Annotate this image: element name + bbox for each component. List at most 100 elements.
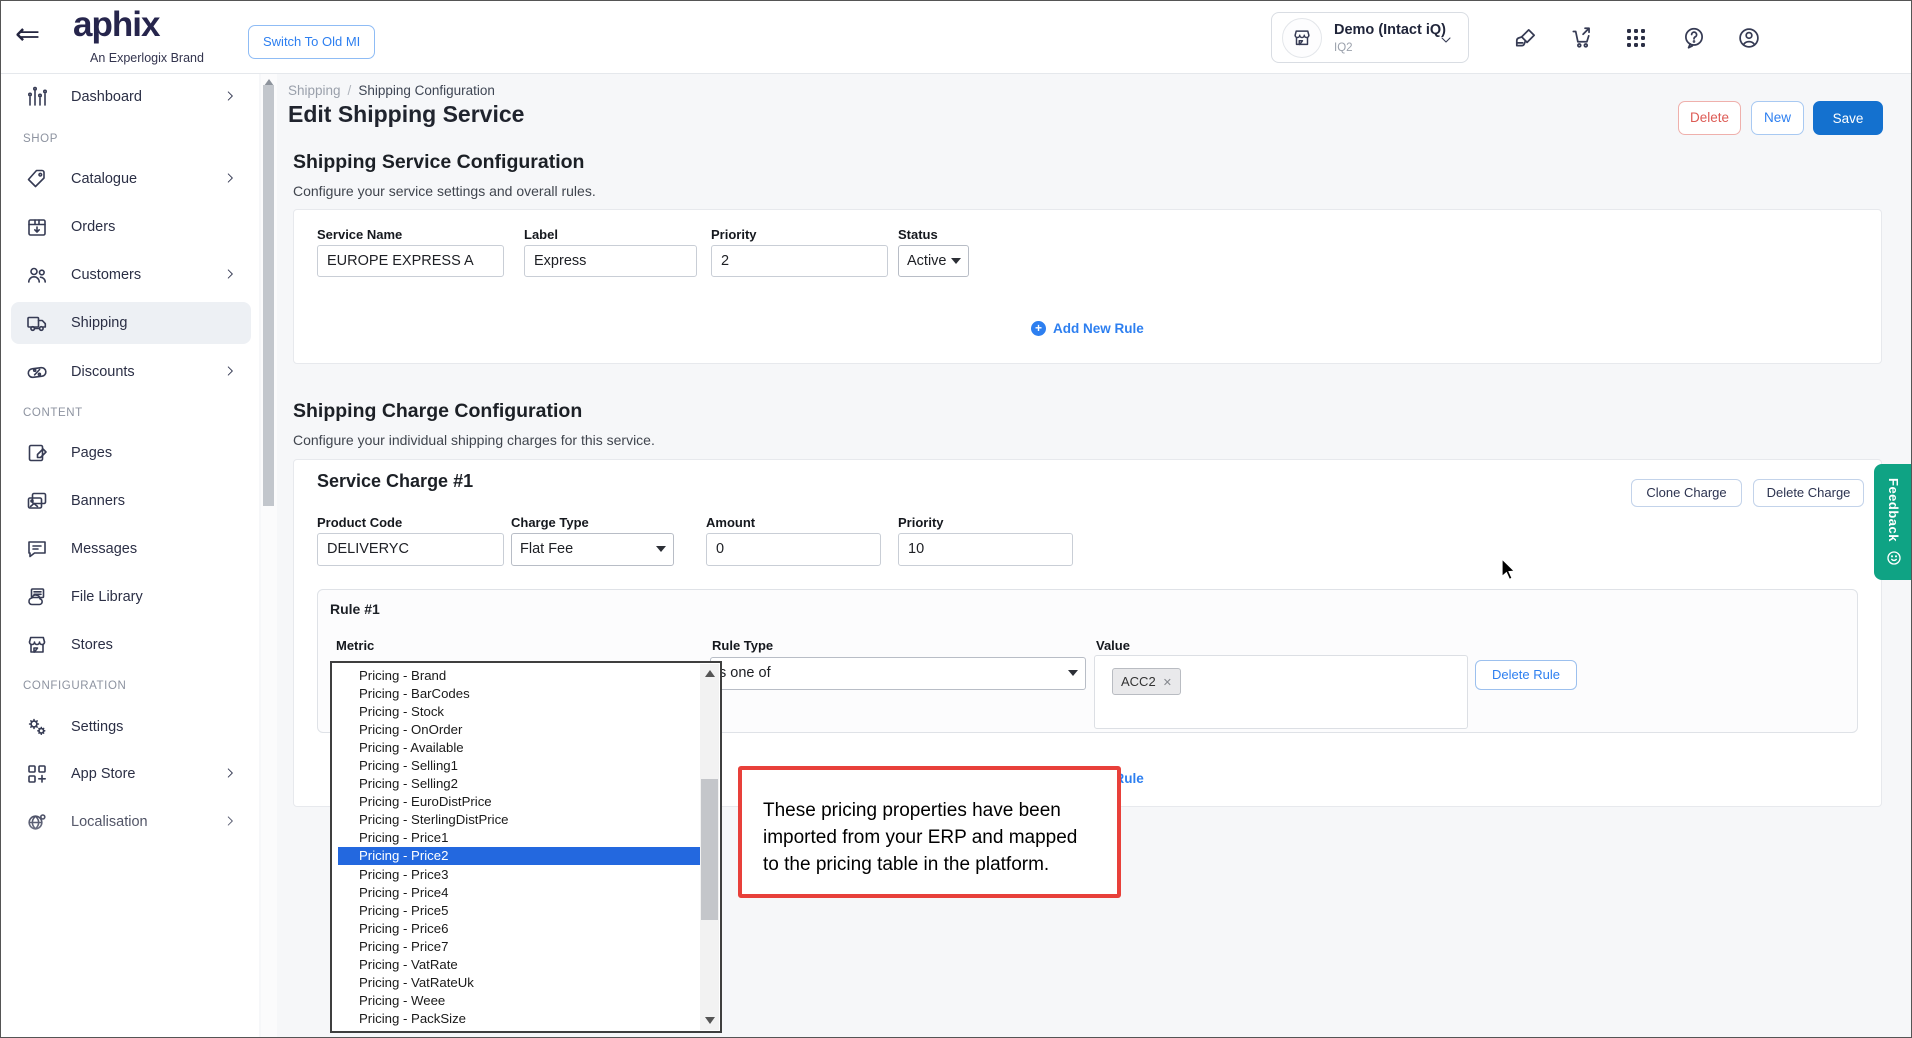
sidebar-item-label: Discounts [71, 364, 135, 380]
rule-value-box[interactable]: ACC2✕ [1094, 655, 1468, 729]
delete-charge-button[interactable]: Delete Charge [1753, 479, 1864, 507]
sidebar-item-messages[interactable]: Messages [11, 528, 251, 570]
content-scrollbar[interactable] [261, 74, 277, 1038]
sidebar-item-banners[interactable]: Banners [11, 480, 251, 522]
charge-type-select-value: Flat Fee [520, 541, 573, 557]
dropdown-option[interactable]: Pricing - VatRate [338, 956, 700, 974]
sidebar-collapse-icon[interactable]: ⇐ [15, 17, 40, 53]
scrollbar-up-arrow-icon[interactable] [705, 670, 715, 677]
chevron-right-icon [223, 766, 237, 785]
delete-button[interactable]: Delete [1678, 101, 1741, 135]
breadcrumb-shipping[interactable]: Shipping [288, 83, 341, 98]
sidebar-section-content: CONTENT [23, 407, 83, 419]
feedback-tab[interactable]: Feedback [1874, 464, 1912, 580]
label-label: Label [524, 227, 558, 242]
switch-to-old-mi-button[interactable]: Switch To Old MI [248, 25, 375, 59]
help-icon[interactable] [1680, 24, 1708, 52]
product-code-input[interactable]: DELIVERYC [317, 533, 504, 566]
dropdown-scrollbar-thumb[interactable] [701, 779, 718, 920]
feedback-tab-label: Feedback [1886, 478, 1901, 542]
dropdown-option[interactable]: Pricing - Price7 [338, 937, 700, 955]
metric-dropdown-options: Pricing - Brand Pricing - BarCodes Prici… [338, 666, 700, 1028]
breadcrumb: Shipping/Shipping Configuration [288, 83, 495, 98]
chevron-right-icon [223, 267, 237, 286]
clone-charge-button[interactable]: Clone Charge [1631, 479, 1742, 507]
chevron-right-icon [223, 89, 237, 108]
plus-circle-icon: + [1031, 321, 1046, 336]
sidebar-item-orders[interactable]: Orders [11, 206, 251, 248]
apps-grid-icon[interactable] [1622, 24, 1650, 52]
dropdown-option[interactable]: Pricing - Brand [338, 666, 700, 684]
sidebar-item-file-library[interactable]: File Library [11, 576, 251, 618]
dropdown-option[interactable]: Pricing - Price1 [338, 829, 700, 847]
dropdown-option[interactable]: Pricing - Selling2 [338, 775, 700, 793]
sidebar-item-dashboard[interactable]: Dashboard [11, 76, 251, 118]
dropdown-option[interactable]: Pricing - OnOrder [338, 720, 700, 738]
sidebar-item-app-store[interactable]: App Store [11, 753, 251, 795]
label-input[interactable]: Express [524, 245, 697, 277]
remove-tag-icon[interactable]: ✕ [1163, 677, 1172, 689]
topbar: ⇐ aphix An Experlogix Brand Switch To Ol… [1, 1, 1912, 74]
service-name-input[interactable]: EUROPE EXPRESS A [317, 245, 504, 277]
sidebar-item-label: Banners [71, 493, 125, 509]
priority-input[interactable]: 2 [711, 245, 888, 277]
theme-brush-icon[interactable] [1512, 24, 1540, 52]
page-title: Edit Shipping Service [288, 101, 524, 128]
service-charge-title: Service Charge #1 [317, 471, 473, 492]
sidebar-item-catalogue[interactable]: Catalogue [11, 158, 251, 200]
status-select[interactable]: Active [898, 245, 969, 277]
sidebar-item-label: Orders [71, 219, 115, 235]
sidebar-item-stores[interactable]: Stores [11, 624, 251, 666]
metric-label: Metric [336, 638, 374, 653]
rule-type-select[interactable]: Is one of [710, 657, 1086, 690]
dropdown-option[interactable]: Pricing - BarCodes [338, 684, 700, 702]
dropdown-option[interactable]: Pricing - Price5 [338, 901, 700, 919]
charge-type-select[interactable]: Flat Fee [511, 533, 674, 566]
brand-logo: aphix [73, 5, 159, 45]
annotation-box: These pricing properties have been impor… [738, 766, 1121, 898]
sidebar-item-discounts[interactable]: Discounts [11, 351, 251, 393]
store-selector[interactable]: Demo (Intact iQ) IQ2 [1271, 12, 1469, 63]
service-config-heading: Shipping Service Configuration [293, 151, 584, 174]
storefront-cart-icon[interactable] [1568, 24, 1596, 52]
save-button[interactable]: Save [1813, 101, 1883, 135]
dropdown-option[interactable]: Pricing - Price4 [338, 883, 700, 901]
scrollbar-thumb[interactable] [263, 85, 274, 506]
charge-priority-label: Priority [898, 515, 944, 530]
dropdown-option[interactable]: Pricing - Available [338, 738, 700, 756]
dropdown-option[interactable]: Pricing - Stock [338, 702, 700, 720]
charge-priority-input[interactable]: 10 [898, 533, 1073, 566]
annotation-line: to the pricing table in the platform. [763, 851, 1117, 878]
sidebar-item-customers[interactable]: Customers [11, 254, 251, 296]
dropdown-option[interactable]: Pricing - Selling1 [338, 756, 700, 774]
sidebar-item-settings[interactable]: Settings [11, 706, 251, 748]
sidebar-item-label: File Library [71, 589, 143, 605]
dropdown-option[interactable]: Pricing - SterlingDistPrice [338, 811, 700, 829]
dropdown-option[interactable]: Pricing - VatRateUk [338, 974, 700, 992]
amount-label: Amount [706, 515, 755, 530]
rule-type-label: Rule Type [712, 638, 773, 653]
status-select-value: Active [907, 253, 947, 269]
dropdown-option[interactable]: Pricing - Weee [338, 992, 700, 1010]
app-window: ⇐ aphix An Experlogix Brand Switch To Ol… [0, 0, 1912, 1038]
scrollbar-down-arrow-icon[interactable] [705, 1017, 715, 1024]
amount-input[interactable]: 0 [706, 533, 881, 566]
account-icon[interactable] [1735, 24, 1763, 52]
dropdown-option[interactable]: Pricing - Price3 [338, 865, 700, 883]
add-new-rule-link[interactable]: + Add New Rule [1031, 321, 1144, 336]
sidebar-item-localisation[interactable]: Localisation [11, 801, 251, 843]
dropdown-option[interactable]: Pricing - EuroDistPrice [338, 793, 700, 811]
dropdown-option[interactable]: Pricing - Price6 [338, 919, 700, 937]
dropdown-option-selected[interactable]: Pricing - Price2 [338, 847, 700, 865]
value-tag: ACC2✕ [1112, 668, 1181, 695]
value-label: Value [1096, 638, 1130, 653]
sidebar-item-shipping[interactable]: Shipping [11, 302, 251, 344]
charge-type-label: Charge Type [511, 515, 589, 530]
new-button[interactable]: New [1751, 101, 1804, 135]
delete-rule-button[interactable]: Delete Rule [1475, 660, 1577, 690]
charge-config-heading: Shipping Charge Configuration [293, 400, 582, 423]
sidebar-item-label: Localisation [71, 814, 148, 830]
sidebar-item-pages[interactable]: Pages [11, 432, 251, 474]
dropdown-scrollbar[interactable] [700, 664, 719, 1030]
dropdown-option[interactable]: Pricing - PackSize [338, 1010, 700, 1028]
